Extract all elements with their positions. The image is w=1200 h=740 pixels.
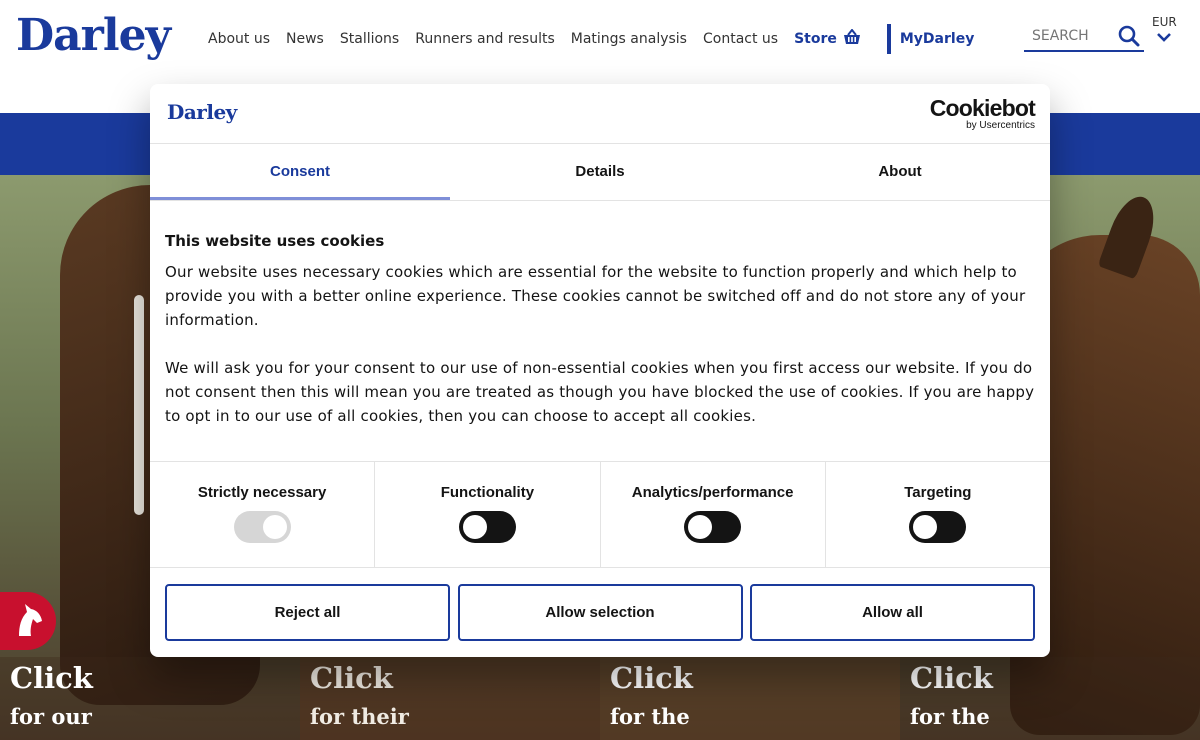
nav-stallions[interactable]: Stallions [340, 31, 399, 47]
dialog-paragraph-2: We will ask you for your consent to our … [165, 359, 1035, 425]
reject-all-button[interactable]: Reject all [165, 584, 450, 641]
functionality-toggle[interactable] [458, 511, 516, 543]
dialog-paragraph-1: Our website uses necessary cookies which… [165, 263, 1026, 329]
nav-store[interactable]: Store [794, 28, 861, 49]
nav-contact-us[interactable]: Contact us [703, 31, 778, 47]
promo-tiles: Click for our Click for their Click for … [0, 657, 1200, 740]
nav-matings-analysis[interactable]: Matings analysis [571, 31, 687, 47]
pref-strictly-necessary: Strictly necessary [150, 462, 376, 567]
currency-label: EUR [1152, 15, 1177, 29]
dialog-body: This website uses cookies Our website us… [165, 232, 1035, 452]
chevron-down-icon [1152, 32, 1176, 42]
dialog-darley-logo: Darley [167, 100, 237, 124]
nav-runners-results[interactable]: Runners and results [415, 31, 555, 47]
strictly-necessary-toggle [233, 511, 291, 543]
tile-title: Click [610, 661, 693, 695]
nav-about-us[interactable]: About us [208, 31, 270, 47]
nav-news[interactable]: News [286, 31, 324, 47]
tile-title: Click [10, 661, 93, 695]
basket-icon [843, 28, 861, 49]
pref-targeting: Targeting [826, 462, 1050, 567]
promo-tile[interactable]: Click for the [600, 657, 900, 740]
pref-functionality: Functionality [375, 462, 601, 567]
allow-all-button[interactable]: Allow all [750, 584, 1035, 641]
promo-tile[interactable]: Click for our [0, 657, 300, 740]
search-icon[interactable] [1118, 25, 1140, 51]
cookie-preferences: Strictly necessary Functionality Analyti… [150, 461, 1050, 568]
search-input[interactable] [1024, 28, 1112, 44]
cookie-consent-dialog: Darley Cookiebot by Usercentrics Consent… [150, 84, 1050, 657]
tab-about[interactable]: About [750, 145, 1050, 200]
cookiebot-logo[interactable]: Cookiebot by Usercentrics [929, 95, 1036, 131]
dialog-tabs: Consent Details About [150, 145, 1050, 201]
pref-label: Analytics/performance [631, 484, 794, 501]
pref-label: Targeting [904, 484, 972, 501]
tile-subtitle: for the [610, 704, 690, 729]
tile-title: Click [310, 661, 393, 695]
tile-subtitle: for our [10, 704, 92, 729]
pref-label: Strictly necessary [197, 484, 327, 501]
tile-subtitle: for the [910, 704, 990, 729]
tab-details[interactable]: Details [450, 145, 750, 200]
cookiebot-title: Cookiebot [929, 95, 1036, 121]
promo-tile[interactable]: Click for their [300, 657, 600, 740]
dialog-heading: This website uses cookies [165, 232, 385, 250]
darley-logo[interactable]: Darley [16, 10, 171, 61]
promo-tile[interactable]: Click for the [900, 657, 1200, 740]
store-label: Store [794, 31, 837, 47]
horse-head-icon [11, 600, 45, 642]
main-nav: About us News Stallions Runners and resu… [208, 24, 990, 54]
targeting-toggle[interactable] [909, 511, 967, 543]
pref-label: Functionality [440, 484, 535, 501]
horse-head-badge[interactable] [0, 592, 56, 650]
tab-consent[interactable]: Consent [150, 145, 450, 200]
dialog-header: Darley Cookiebot by Usercentrics [150, 84, 1050, 144]
currency-selector[interactable]: EUR [1152, 15, 1177, 42]
cookiebot-subtitle: by Usercentrics [966, 120, 1035, 131]
pref-analytics: Analytics/performance [601, 462, 826, 567]
tile-subtitle: for their [310, 704, 409, 729]
analytics-toggle[interactable] [684, 511, 742, 543]
allow-selection-button[interactable]: Allow selection [457, 584, 743, 641]
dialog-buttons: Reject all Allow selection Allow all [165, 584, 1035, 641]
search-box [1024, 22, 1144, 52]
tile-title: Click [910, 661, 993, 695]
nav-mydarley[interactable]: MyDarley [886, 24, 974, 54]
